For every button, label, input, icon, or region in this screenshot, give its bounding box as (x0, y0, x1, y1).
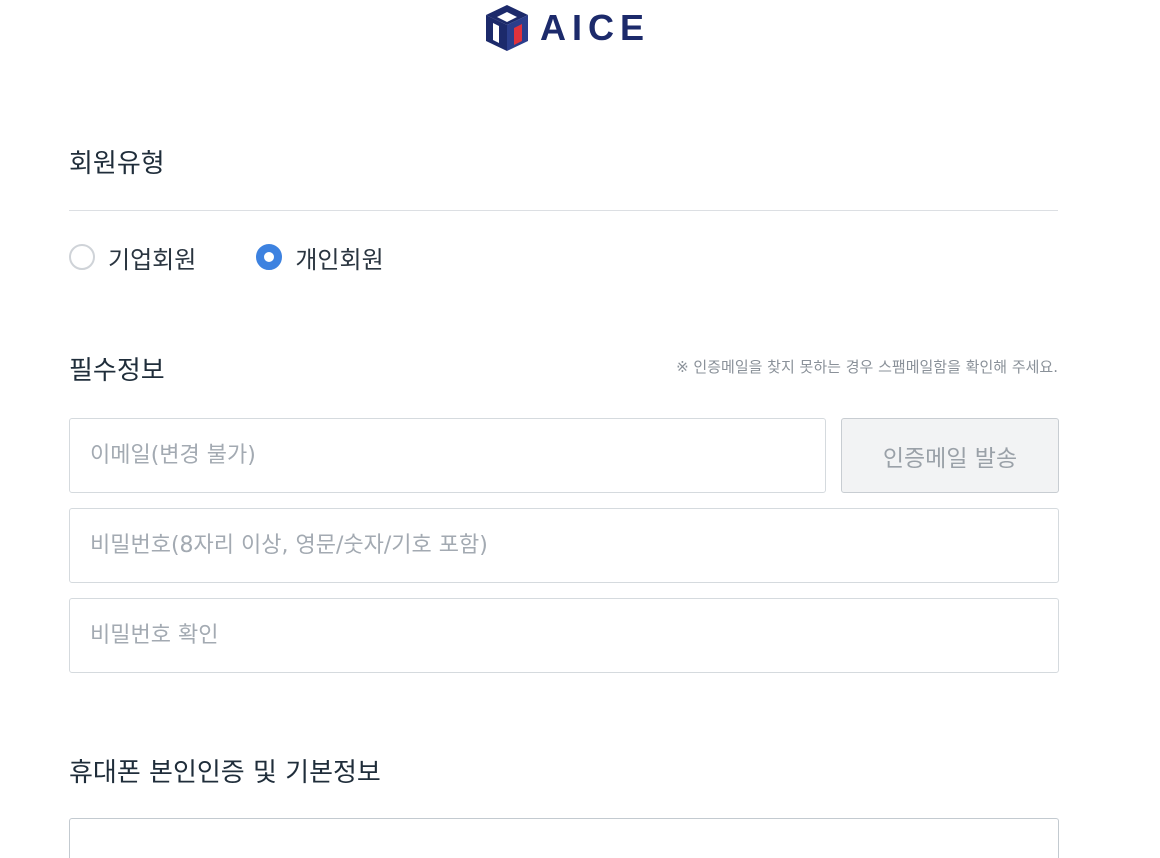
radio-corporate[interactable] (69, 244, 95, 270)
aice-cube-icon (486, 5, 528, 51)
email-input[interactable] (69, 418, 826, 493)
member-type-title: 회원유형 (69, 149, 165, 179)
phone-verification-box[interactable] (69, 818, 1059, 858)
radio-option-personal[interactable]: 개인회원 (256, 240, 384, 275)
radio-option-corporate[interactable]: 기업회원 (69, 240, 196, 275)
required-info-title: 필수정보 (69, 356, 165, 386)
section-divider (69, 210, 1058, 211)
password-input[interactable] (69, 508, 1059, 583)
spam-notice: ※ 인증메일을 찾지 못하는 경우 스팸메일함을 확인해 주세요. (676, 358, 1058, 376)
radio-corporate-label: 기업회원 (108, 245, 197, 274)
password-confirm-input[interactable] (69, 598, 1059, 673)
send-verification-button[interactable]: 인증메일 발송 (841, 418, 1059, 493)
member-type-radio-group: 기업회원 개인회원 (69, 240, 444, 274)
phone-verification-title: 휴대폰 본인인증 및 기본정보 (69, 758, 381, 788)
radio-personal[interactable] (256, 244, 283, 270)
logo-text: AICE (540, 7, 651, 48)
radio-personal-label: 개인회원 (295, 245, 384, 274)
aice-logo[interactable]: AICE (484, 2, 650, 54)
